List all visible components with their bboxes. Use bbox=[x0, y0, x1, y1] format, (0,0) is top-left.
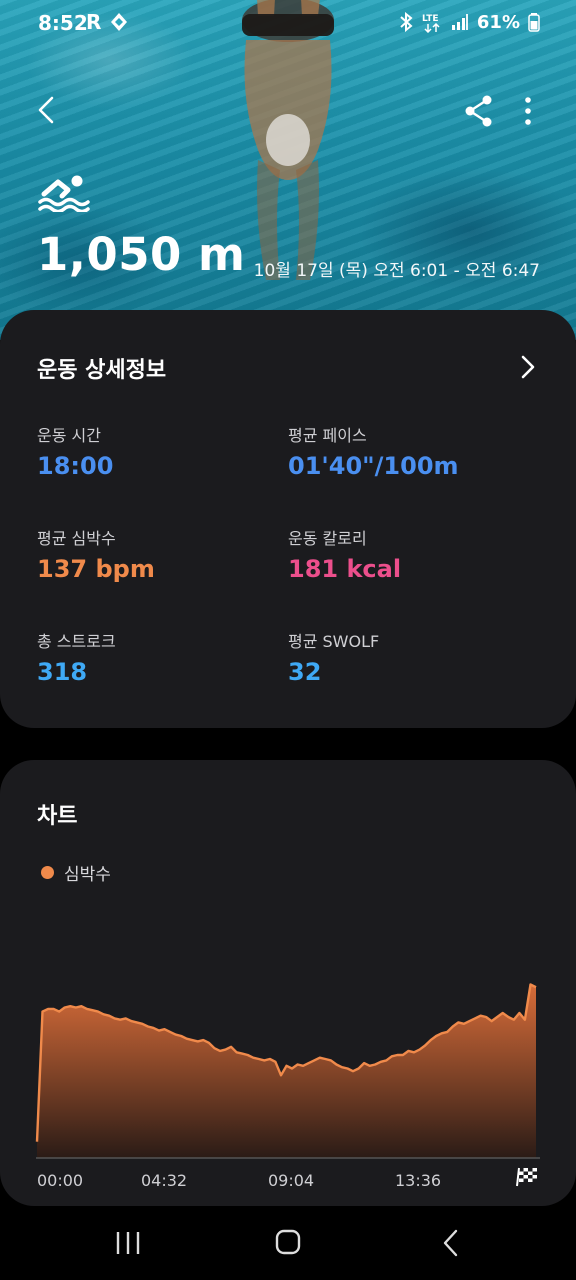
details-title: 운동 상세정보 bbox=[37, 358, 167, 383]
battery-icon bbox=[528, 13, 540, 32]
more-options-button[interactable] bbox=[514, 92, 542, 130]
x-tick-label: 04:32 bbox=[141, 1171, 187, 1190]
back-icon[interactable] bbox=[432, 1228, 472, 1258]
x-tick-label: 00:00 bbox=[37, 1171, 83, 1190]
stat-avg-pace: 평균 페이스 01'40"/100m bbox=[288, 422, 459, 480]
total-distance: 1,050 m bbox=[37, 228, 246, 281]
recent-apps-icon[interactable] bbox=[108, 1228, 148, 1258]
carrier-icon: R bbox=[86, 10, 102, 34]
x-tick-label: 09:04 bbox=[268, 1171, 314, 1190]
series-area-heart-rate bbox=[37, 984, 536, 1158]
lte-icon: LTE bbox=[422, 14, 440, 33]
stat-label: 평균 SWOLF bbox=[288, 632, 380, 651]
stat-value: 01'40"/100m bbox=[288, 452, 459, 480]
stat-value: 137 bpm bbox=[37, 555, 155, 583]
share-button[interactable] bbox=[462, 92, 496, 130]
x-tick-label: 13:36 bbox=[395, 1171, 441, 1190]
home-icon[interactable] bbox=[268, 1228, 308, 1258]
stat-value: 318 bbox=[37, 658, 88, 686]
finish-flag-icon bbox=[516, 1167, 537, 1187]
diamond-notification-icon bbox=[111, 13, 127, 31]
stat-calories: 운동 칼로리 181 kcal bbox=[288, 525, 401, 583]
status-time: 8:52 bbox=[38, 11, 88, 35]
signal-icon bbox=[451, 14, 468, 30]
stat-label: 총 스트로크 bbox=[37, 632, 116, 651]
stat-label: 운동 시간 bbox=[37, 426, 101, 445]
status-bar: 8:52 R LTE 61% bbox=[0, 0, 576, 48]
stat-label: 평균 심박수 bbox=[37, 529, 116, 548]
stat-label: 평균 페이스 bbox=[288, 426, 367, 445]
battery-percent: 61% bbox=[476, 11, 520, 33]
system-nav-bar bbox=[0, 1206, 576, 1280]
stat-total-strokes: 총 스트로크 318 bbox=[37, 628, 116, 686]
stat-avg-swolf: 평균 SWOLF 32 bbox=[288, 628, 379, 686]
stat-avg-heart-rate: 평균 심박수 137 bpm bbox=[37, 525, 155, 583]
swimming-icon bbox=[38, 175, 90, 212]
chevron-right-icon[interactable] bbox=[515, 354, 541, 380]
stat-value: 181 kcal bbox=[288, 555, 402, 583]
lte-text: LTE bbox=[422, 14, 439, 24]
back-button[interactable] bbox=[26, 90, 66, 130]
stat-value: 32 bbox=[288, 658, 322, 686]
stat-label: 운동 칼로리 bbox=[288, 529, 367, 548]
hero-image: 8:52 R LTE 61% 1,050 m 10월 17일 (목) 오전 6:… bbox=[0, 0, 576, 340]
stat-duration: 운동 시간 18:00 bbox=[37, 422, 113, 480]
heart-rate-chart: 00:00 04:32 09:04 13:36 bbox=[35, 983, 540, 1190]
chart-card: 차트 심박수 00:00 04:32 09:04 13:36 bbox=[0, 760, 576, 1206]
workout-datetime: 10월 17일 (목) 오전 6:01 - 오전 6:47 bbox=[253, 261, 540, 281]
bluetooth-icon bbox=[400, 12, 413, 32]
stat-value: 18:00 bbox=[37, 452, 114, 480]
workout-details-card[interactable]: 운동 상세정보 운동 시간 18:00 평균 페이스 01'40"/100m 평… bbox=[0, 310, 576, 728]
